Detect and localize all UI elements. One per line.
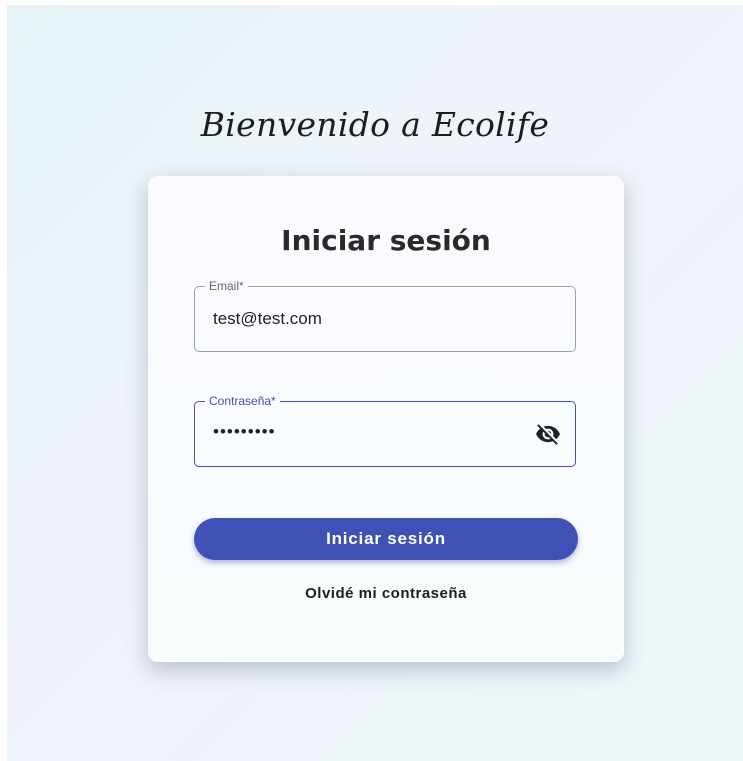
- password-label: Contraseña*: [205, 394, 280, 408]
- visibility-off-icon[interactable]: [535, 421, 561, 447]
- login-button[interactable]: Iniciar sesión: [194, 518, 578, 560]
- password-input[interactable]: •••••••••: [213, 422, 276, 442]
- email-input[interactable]: test@test.com: [213, 309, 322, 329]
- email-label: Email*: [205, 279, 248, 293]
- login-card: Iniciar sesión Email* test@test.com Cont…: [148, 176, 624, 662]
- login-title: Iniciar sesión: [281, 224, 491, 257]
- email-field[interactable]: Email* test@test.com: [194, 279, 576, 352]
- page-background: Bienvenido a Ecolife Iniciar sesión Emai…: [7, 5, 743, 761]
- forgot-password-link[interactable]: Olvidé mi contraseña: [148, 585, 624, 602]
- password-field[interactable]: Contraseña* •••••••••: [194, 394, 576, 467]
- welcome-heading: Bienvenido a Ecolife: [200, 105, 550, 144]
